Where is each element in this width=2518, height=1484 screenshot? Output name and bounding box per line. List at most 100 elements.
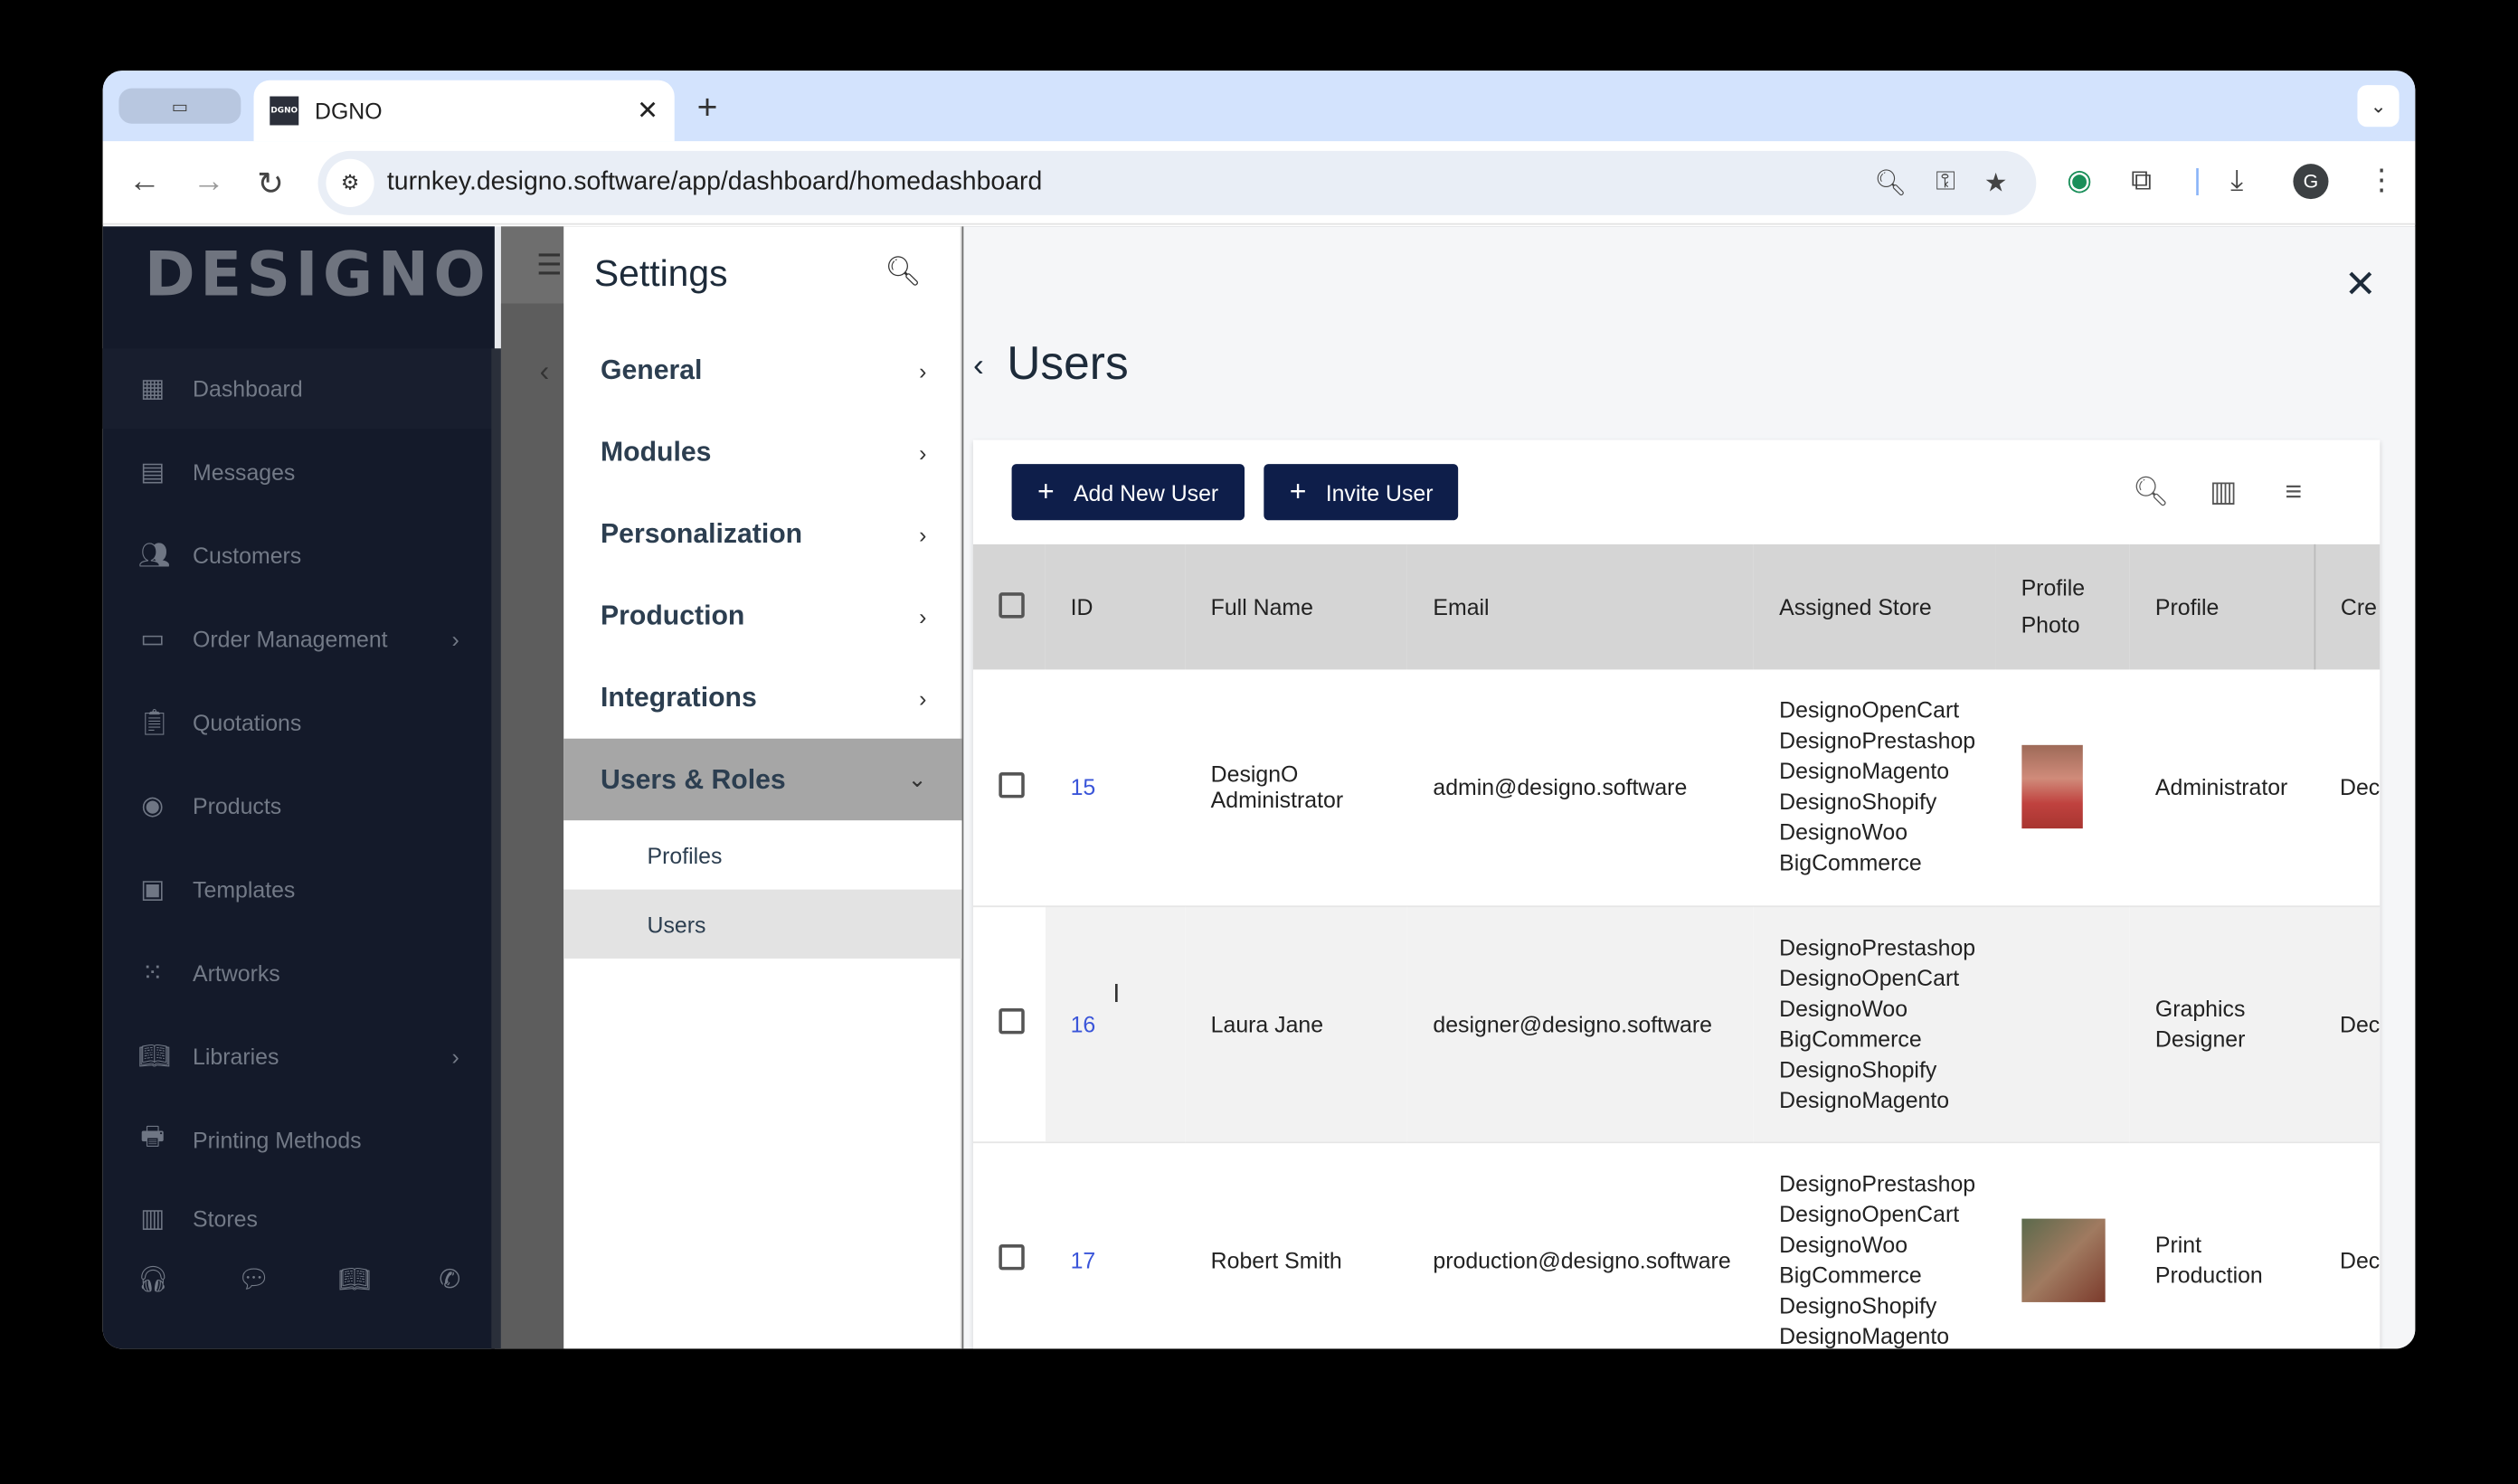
column-header-profile[interactable]: Profile [2129, 544, 2315, 670]
browser-window: ▭ DGNO DGNO ✕ + ⌄ ← → ↻ ⚙ turnkey.design… [102, 71, 2416, 1349]
sidebar-item-libraries[interactable]: 📖︎ Libraries › [103, 1016, 495, 1097]
sidebar-item-customers[interactable]: 👥︎ Customers [103, 515, 495, 596]
button-label: Invite User [1325, 478, 1434, 506]
headset-icon[interactable]: 🎧︎ [137, 1263, 169, 1296]
settings-item-label: Users & Roles [601, 763, 786, 794]
sidebar-item-label: Artworks [193, 959, 280, 987]
row-select-cell [972, 905, 1046, 1143]
settings-item-integrations[interactable]: Integrations › [563, 657, 961, 739]
chevron-right-icon: › [451, 1044, 459, 1070]
sidebar-item-templates[interactable]: ▣ Templates [103, 849, 495, 930]
dashboard-icon: ▦ [140, 375, 166, 403]
chat-icon[interactable]: 💬︎ [238, 1263, 270, 1296]
chevron-left-icon: ‹ [539, 354, 550, 387]
favicon: DGNO [270, 96, 299, 126]
row-checkbox[interactable] [999, 1008, 1025, 1035]
more-menu-icon[interactable]: ⋮ [2367, 164, 2396, 197]
separator-icon: | [2193, 164, 2201, 196]
chevron-right-icon: › [919, 685, 927, 711]
settings-item-production[interactable]: Production › [563, 575, 961, 657]
sidebar-item-order-management[interactable]: ▭ Order Management › [103, 599, 495, 679]
row-select-cell [972, 1141, 1046, 1349]
cell-email: admin@designo.software [1407, 669, 1754, 907]
store-name: DesignoMagento [1779, 1086, 1950, 1112]
profile-switch-tab[interactable]: ▭ [118, 88, 241, 124]
extensions-icon[interactable]: ⧉ [2131, 164, 2152, 197]
close-tab-icon[interactable]: ✕ [637, 95, 658, 128]
column-header-profile-photo[interactable]: Profile Photo [1995, 544, 2129, 669]
columns-icon[interactable]: ▥ [2210, 476, 2237, 509]
settings-item-modules[interactable]: Modules › [563, 411, 961, 494]
settings-subitem-profiles[interactable]: Profiles [563, 820, 962, 890]
select-all-checkbox[interactable] [999, 591, 1025, 618]
settings-item-personalization[interactable]: Personalization › [563, 493, 961, 575]
sidebar-item-label: Stores [193, 1205, 258, 1232]
search-icon[interactable]: 🔍︎ [885, 255, 922, 288]
url-text[interactable]: turnkey.designo.software/app/dashboard/h… [387, 168, 1874, 197]
settings-subitem-label: Users [647, 911, 706, 938]
table-row[interactable]: 17 Robert Smith production@designo.softw… [972, 1141, 2381, 1349]
user-id-link[interactable]: 16 [1071, 1011, 1096, 1036]
book-icon[interactable]: 📖︎ [338, 1263, 371, 1296]
sidebar-scrollbar[interactable] [491, 348, 501, 1349]
user-id-link[interactable]: 15 [1071, 774, 1096, 799]
row-checkbox[interactable] [999, 771, 1025, 798]
password-key-icon[interactable]: ⚿ [1936, 168, 1955, 197]
column-header-created[interactable]: Cre [2314, 544, 2381, 669]
cell-profile-photo [1995, 1141, 2130, 1349]
invite-user-button[interactable]: + Invite User [1264, 464, 1459, 521]
tab-search-icon[interactable]: ⌄ [2357, 85, 2400, 128]
zoom-icon[interactable]: 🔍︎ [1874, 167, 1907, 200]
column-header-email[interactable]: Email [1407, 544, 1754, 669]
browser-tab[interactable]: DGNO DGNO ✕ [253, 80, 675, 142]
settings-item-general[interactable]: General › [563, 329, 961, 411]
sidebar-item-dashboard[interactable]: ▦ Dashboard [102, 348, 495, 430]
add-new-user-button[interactable]: + Add New User [1011, 464, 1245, 521]
grammarly-icon[interactable]: ◉ [2067, 164, 2092, 197]
back-chevron-icon[interactable]: ‹ [973, 348, 984, 385]
row-checkbox[interactable] [999, 1244, 1025, 1271]
address-bar[interactable]: ⚙ turnkey.designo.software/app/dashboard… [317, 150, 2037, 215]
sidebar-item-printing-methods[interactable]: 🖶︎ Printing Methods [103, 1100, 495, 1180]
table-row[interactable]: 16 Laura Jane designer@designo.software … [972, 905, 2381, 1143]
bookmark-star-icon[interactable]: ★ [1984, 167, 2007, 200]
settings-subitem-users[interactable]: Users [563, 889, 962, 959]
sidebar-item-stores[interactable]: ▥ Stores [103, 1184, 495, 1254]
sidebar-item-products[interactable]: ◉ Products [103, 766, 495, 846]
chevron-right-icon: › [919, 602, 927, 629]
sidebar-item-messages[interactable]: ▤ Messages [103, 432, 495, 513]
download-icon[interactable]: ⤓ [2230, 164, 2243, 197]
sidebar-item-label: Quotations [193, 709, 302, 736]
select-all-cell [973, 544, 1045, 669]
column-header-full-name[interactable]: Full Name [1185, 544, 1407, 669]
cell-profile: Print Production [2129, 1141, 2314, 1349]
users-table: ID Full Name Email Assigned Store Profil… [972, 544, 2381, 1349]
cell-full-name: Laura Jane [1185, 905, 1408, 1143]
back-icon[interactable]: ← [128, 164, 161, 201]
settings-subitem-label: Profiles [647, 842, 723, 868]
forward-icon[interactable]: → [193, 164, 225, 201]
sidebar-item-artworks[interactable]: ⁙ Artworks [103, 933, 495, 1014]
sidebar-item-quotations[interactable]: 📋︎ Quotations [103, 683, 495, 763]
page-title: Users [1007, 338, 1129, 391]
profile-avatar[interactable]: G [2293, 164, 2329, 200]
settings-item-users-roles[interactable]: Users & Roles ⌄ [563, 738, 962, 821]
reload-icon[interactable]: ↻ [257, 164, 284, 203]
whatsapp-icon[interactable]: ✆ [439, 1263, 460, 1296]
column-header-assigned-store[interactable]: Assigned Store [1754, 544, 1995, 669]
search-icon[interactable]: 🔍︎ [2133, 476, 2170, 509]
close-icon[interactable]: ✕ [2344, 261, 2377, 307]
cell-profile-photo [1995, 669, 2130, 907]
cell-created: Dec [2314, 1141, 2381, 1349]
column-header-id[interactable]: ID [1045, 544, 1185, 669]
cell-id: 15 [1045, 669, 1186, 907]
new-tab-icon[interactable]: + [697, 87, 718, 128]
cell-assigned-store: DesignoPrestashop DesignoOpenCart Design… [1753, 905, 1996, 1143]
store-name: DesignoPrestashop [1779, 933, 1976, 959]
filter-icon[interactable]: ≡ [2286, 476, 2303, 509]
chevron-right-icon: › [919, 521, 927, 547]
user-id-link[interactable]: 17 [1071, 1247, 1096, 1272]
sidebar-item-label: Order Management [193, 626, 388, 652]
table-row[interactable]: 15 DesignO Administrator admin@designo.s… [972, 669, 2381, 907]
site-info-icon[interactable]: ⚙ [326, 158, 374, 208]
